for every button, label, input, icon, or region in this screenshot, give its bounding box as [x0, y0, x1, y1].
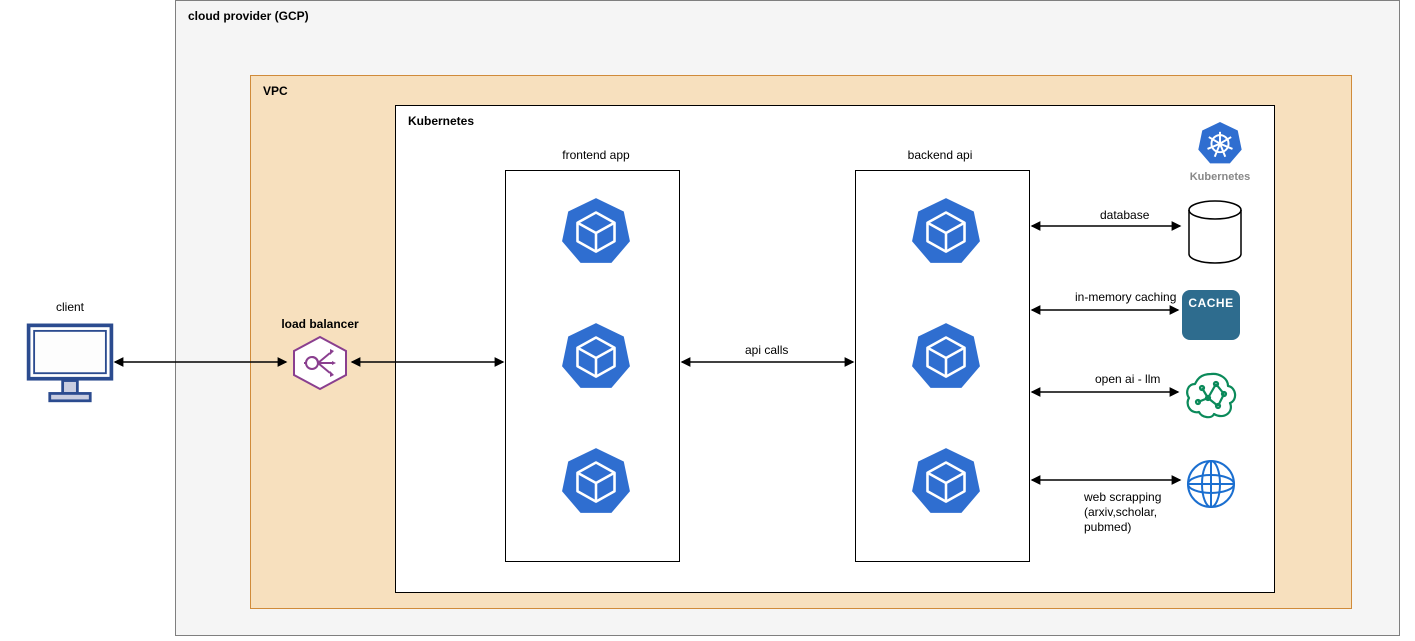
globe-icon: [1185, 458, 1237, 510]
cache-badge: CACHE: [1182, 290, 1240, 340]
client-label: client: [20, 300, 120, 314]
vpc-label: VPC: [263, 84, 288, 98]
kubernetes-label: Kubernetes: [408, 114, 474, 128]
in-memory-arrow-label: in-memory caching: [1075, 290, 1176, 304]
kubernetes-logo-icon: [1197, 120, 1243, 166]
load-balancer-label: load balancer: [260, 317, 380, 331]
backend-pod-1: [910, 195, 982, 267]
database-arrow-label: database: [1100, 208, 1149, 222]
cache-badge-text: CACHE: [1188, 296, 1233, 310]
globe-node: [1185, 458, 1237, 513]
load-balancer-icon: [290, 335, 350, 391]
brain-icon: [1182, 370, 1240, 422]
kubernetes-logo-label: Kubernetes: [1185, 171, 1255, 183]
backend-api-label: backend api: [880, 148, 1000, 162]
open-ai-arrow-label: open ai - llm: [1095, 372, 1160, 386]
frontend-app-label: frontend app: [536, 148, 656, 162]
diagram-canvas: client cloud provider (GCP) VPC Kubernet…: [0, 0, 1415, 641]
load-balancer-node: load balancer: [260, 317, 380, 394]
client-node: client: [20, 300, 120, 413]
llm-node: [1182, 370, 1240, 425]
api-calls-label: api calls: [745, 343, 788, 357]
cloud-provider-label: cloud provider (GCP): [188, 9, 309, 23]
backend-pod-2: [910, 320, 982, 392]
kubernetes-logo-block: Kubernetes: [1185, 120, 1255, 183]
web-scrapping-arrow-label: web scrapping (arxiv,scholar, pubmed): [1084, 490, 1161, 535]
monitor-icon: [24, 318, 116, 410]
backend-pod-3: [910, 445, 982, 517]
frontend-pod-1: [560, 195, 632, 267]
database-node: [1185, 200, 1245, 269]
frontend-pod-2: [560, 320, 632, 392]
database-icon: [1185, 200, 1245, 266]
frontend-pod-3: [560, 445, 632, 517]
